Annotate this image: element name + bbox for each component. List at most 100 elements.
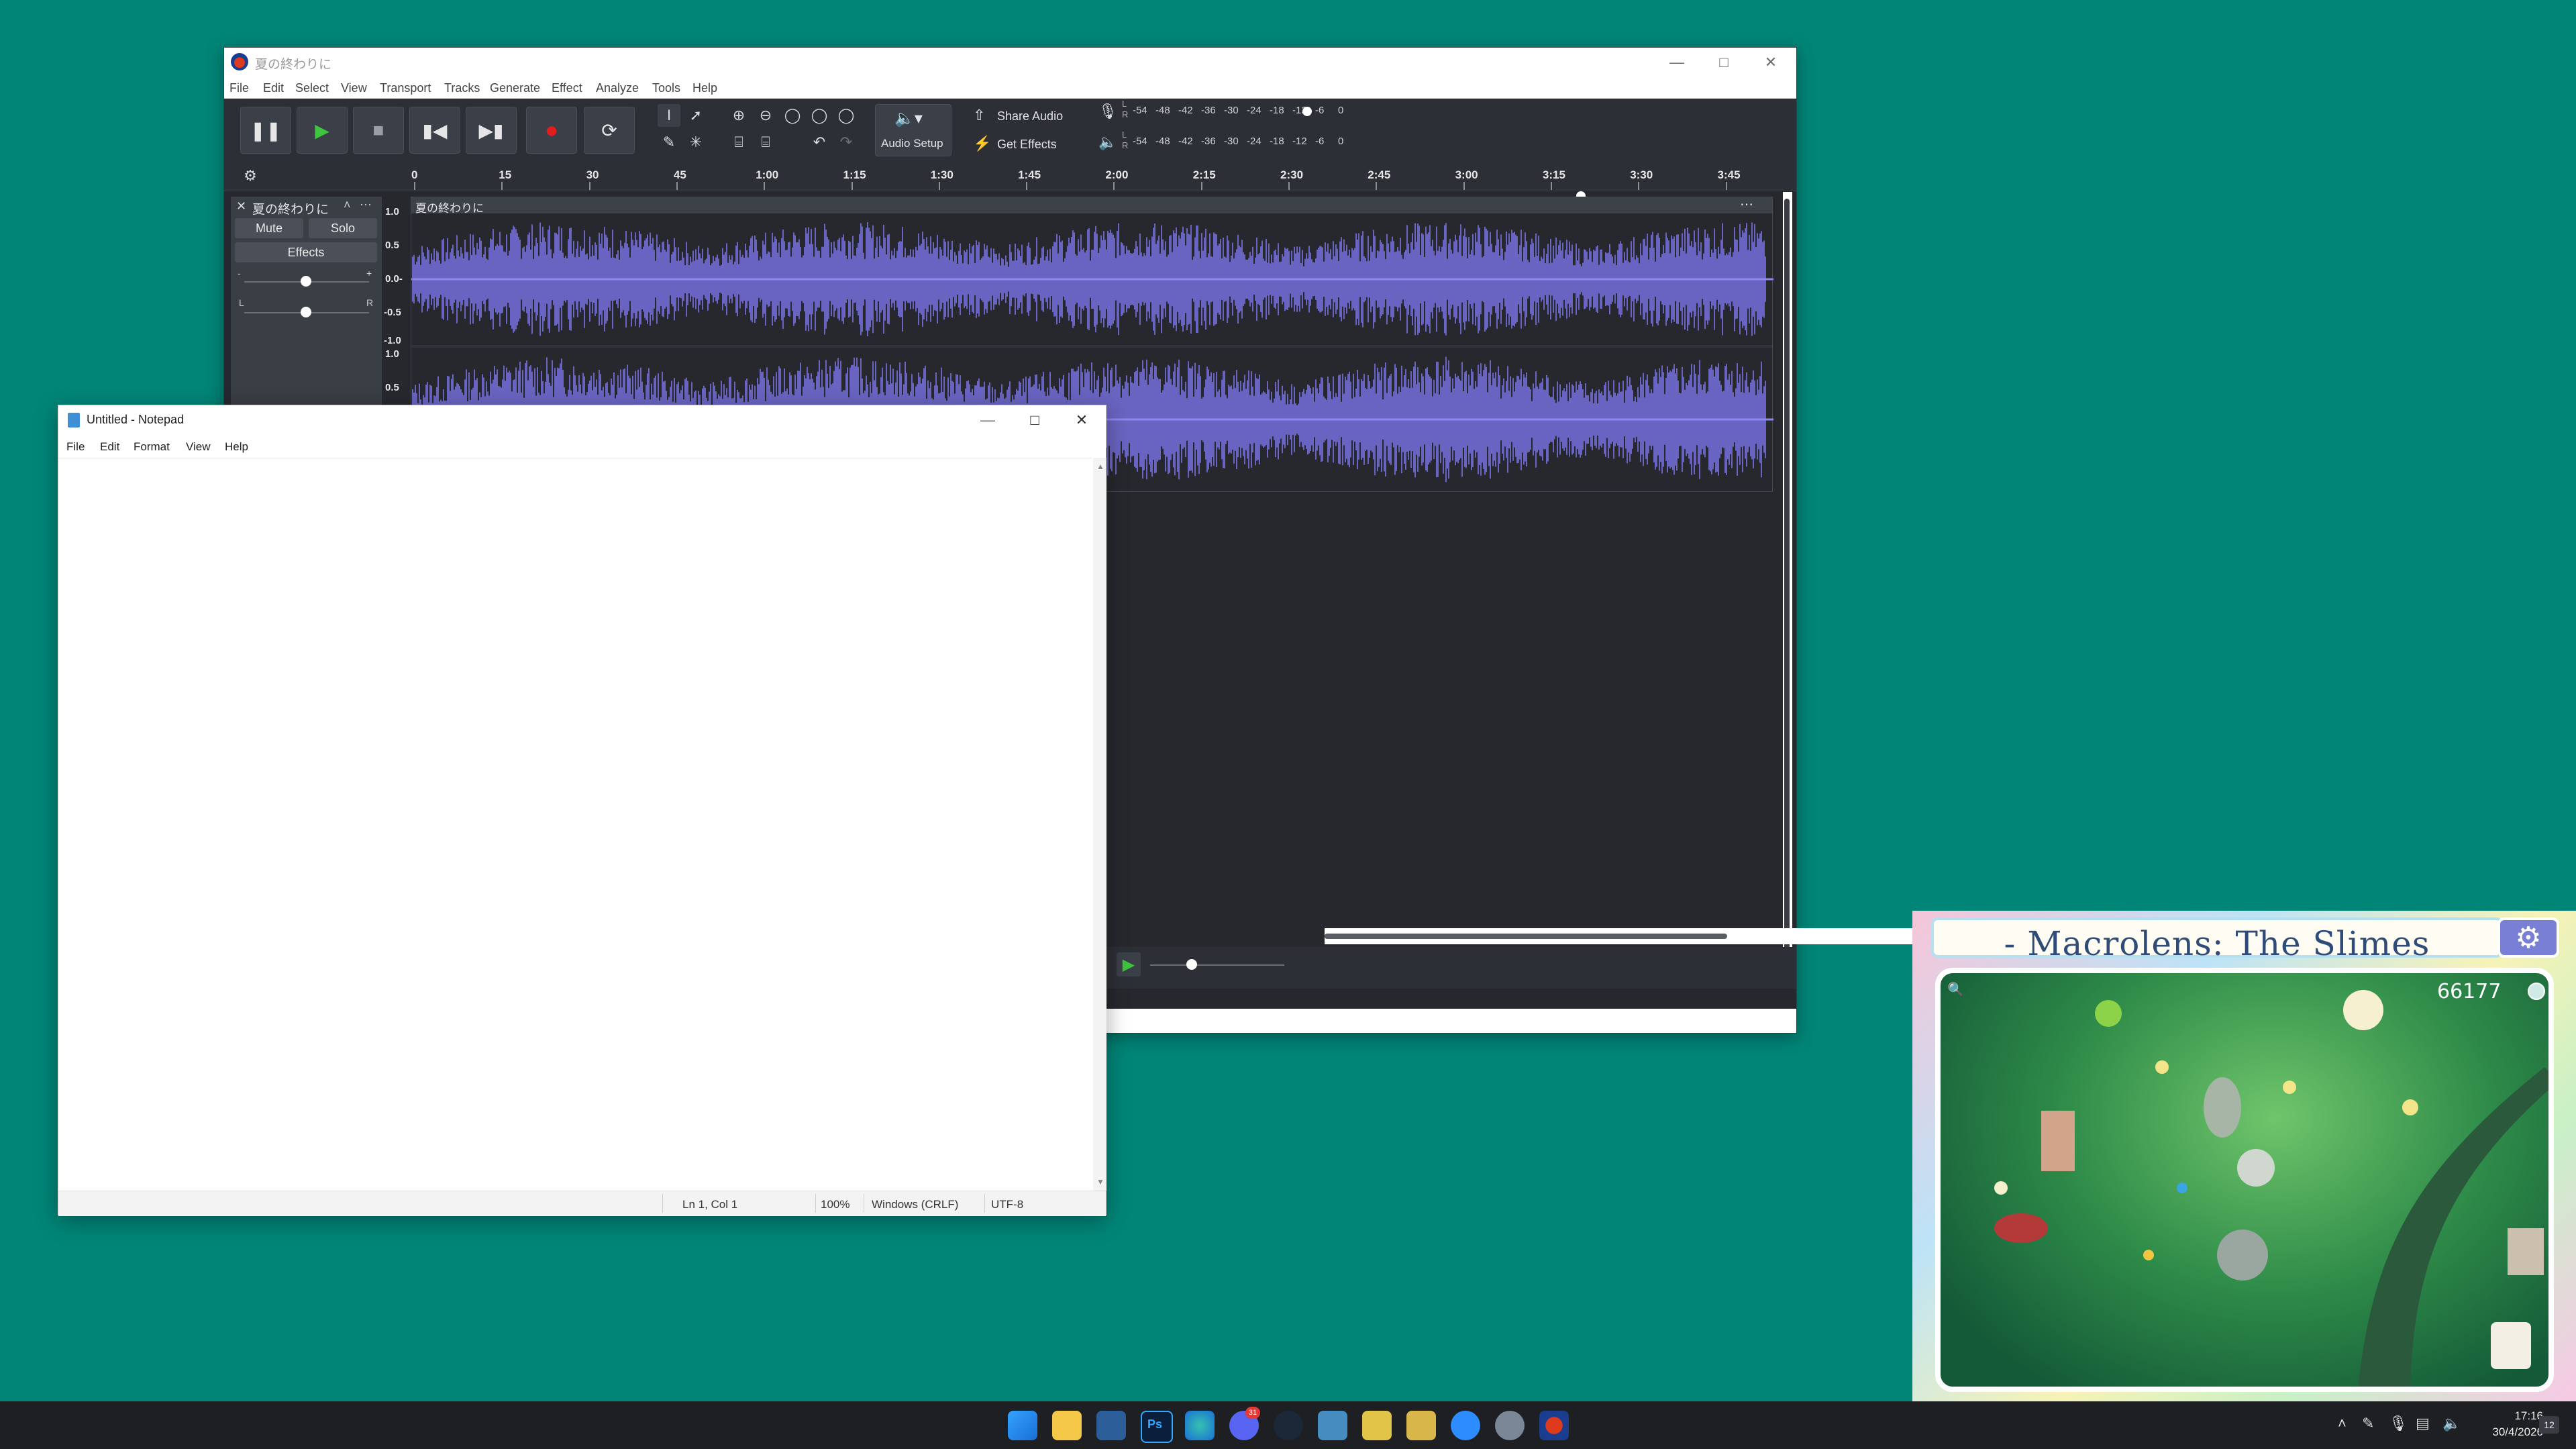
get-effects-button[interactable]: ⚡ Get Effects bbox=[969, 131, 1076, 156]
silence-icon[interactable]: ⌸ bbox=[754, 131, 777, 154]
menu-help[interactable]: Help bbox=[692, 81, 717, 95]
notification-badge[interactable]: 12 bbox=[2539, 1416, 2559, 1434]
clip-header[interactable]: 夏の終わりに ⋯ bbox=[411, 196, 1772, 215]
minimize-button[interactable]: — bbox=[1653, 48, 1700, 77]
close-track-icon[interactable]: ✕ bbox=[236, 199, 246, 213]
menu-edit[interactable]: Edit bbox=[263, 81, 284, 95]
clock-date[interactable]: 30/4/2026 bbox=[2476, 1426, 2543, 1439]
timeline-ruler[interactable]: ⚙ 0 15 30 45 1:00 1:15 1:30 1:45 2:00 2:15 2:30 2:4… bbox=[224, 160, 1796, 191]
waveform-channel-left[interactable] bbox=[411, 213, 1773, 345]
menu-analyze[interactable]: Analyze bbox=[596, 81, 639, 95]
fit-selection-icon[interactable]: ◯ bbox=[781, 104, 804, 127]
recording-meter[interactable]: -54 -48 -42 -36 -30 -24 -18 -12 -6 0 bbox=[1133, 100, 1401, 120]
scroll-up-icon[interactable]: ▲ bbox=[1096, 462, 1104, 471]
gain-slider-handle[interactable] bbox=[301, 276, 311, 287]
zoom-icon[interactable] bbox=[1451, 1411, 1480, 1440]
playback-speaker-icon[interactable]: 🔈 bbox=[1096, 131, 1119, 154]
discord-icon[interactable]: 31 bbox=[1229, 1407, 1260, 1440]
steam-icon[interactable] bbox=[1274, 1411, 1303, 1440]
vertical-scrollbar[interactable] bbox=[1783, 192, 1792, 981]
maximize-button[interactable]: □ bbox=[1011, 405, 1058, 435]
draw-tool-icon[interactable]: ✎ bbox=[658, 131, 680, 154]
close-button[interactable]: ✕ bbox=[1058, 405, 1105, 435]
vertical-scrollbar[interactable]: ▲ ▼ bbox=[1093, 458, 1106, 1191]
microphone-icon[interactable]: 🎙 bbox=[1096, 100, 1119, 123]
timeline-settings-icon[interactable]: ⚙ bbox=[239, 164, 262, 187]
menu-view[interactable]: View bbox=[186, 440, 211, 454]
app-icon-2[interactable] bbox=[1406, 1411, 1436, 1440]
play-button[interactable]: ▶ bbox=[297, 107, 348, 154]
pause-button[interactable]: ❚❚ bbox=[240, 107, 291, 154]
envelope-tool-icon[interactable]: ➚ bbox=[684, 104, 707, 127]
menu-edit[interactable]: Edit bbox=[100, 440, 119, 454]
maximize-button[interactable]: □ bbox=[1700, 48, 1747, 77]
clip-menu-icon[interactable]: ⋯ bbox=[1740, 196, 1753, 213]
trim-icon[interactable]: ⌸ bbox=[727, 131, 750, 154]
menu-generate[interactable]: Generate bbox=[490, 81, 540, 95]
pan-slider-handle[interactable] bbox=[301, 307, 311, 317]
audacity-icon[interactable] bbox=[1539, 1411, 1569, 1440]
game-settings-button[interactable]: ⚙ bbox=[2497, 917, 2559, 958]
file-explorer-icon[interactable] bbox=[1052, 1411, 1082, 1440]
selection-tool-icon[interactable]: I bbox=[658, 104, 680, 127]
meter-label: -54 bbox=[1133, 136, 1147, 147]
zoom-toggle-icon[interactable]: ◯ bbox=[835, 104, 858, 127]
photoshop-icon[interactable]: Ps bbox=[1141, 1411, 1173, 1443]
menu-tracks[interactable]: Tracks bbox=[444, 81, 480, 95]
start-icon[interactable] bbox=[1008, 1411, 1037, 1440]
search-icon[interactable]: 🔍 bbox=[1947, 981, 1964, 998]
menu-transport[interactable]: Transport bbox=[380, 81, 431, 95]
vertical-scroll-thumb[interactable] bbox=[1784, 199, 1790, 977]
microphone-icon[interactable]: 🎙 bbox=[2389, 1415, 2408, 1432]
loop-button[interactable]: ⟳ bbox=[584, 107, 635, 154]
menu-format[interactable]: Format bbox=[134, 440, 170, 454]
share-audio-button[interactable]: ⇧ Share Audio bbox=[969, 103, 1076, 128]
menu-file[interactable]: File bbox=[66, 440, 85, 454]
menu-select[interactable]: Select bbox=[295, 81, 329, 95]
menu-file[interactable]: File bbox=[229, 81, 249, 95]
text-editor[interactable] bbox=[58, 458, 1092, 1191]
network-icon[interactable]: ▤ bbox=[2416, 1415, 2430, 1432]
notepad-icon[interactable] bbox=[1096, 1411, 1126, 1440]
audio-setup-button[interactable]: 🔈▾ Audio Setup bbox=[875, 104, 951, 156]
redo-icon[interactable]: ↷ bbox=[835, 131, 858, 154]
undo-icon[interactable]: ↶ bbox=[808, 131, 831, 154]
solo-button[interactable]: Solo bbox=[309, 218, 377, 238]
pen-icon[interactable]: ✎ bbox=[2362, 1415, 2374, 1432]
playback-meter[interactable]: -54 -48 -42 -36 -30 -24 -18 -12 -6 0 bbox=[1133, 131, 1401, 151]
horizontal-scroll-thumb[interactable] bbox=[1325, 934, 1727, 939]
clock-time[interactable]: 17:16 bbox=[2476, 1409, 2543, 1423]
fit-project-icon[interactable]: ◯ bbox=[808, 104, 831, 127]
collapse-track-icon[interactable]: ˄ bbox=[344, 198, 351, 212]
zoom-in-icon[interactable]: ⊕ bbox=[727, 104, 750, 127]
menu-view[interactable]: View bbox=[341, 81, 367, 95]
menu-tools[interactable]: Tools bbox=[652, 81, 680, 95]
speed-slider-handle[interactable] bbox=[1186, 959, 1197, 970]
stop-button[interactable]: ■ bbox=[353, 107, 404, 154]
chevron-up-icon[interactable]: ˄ bbox=[2338, 1415, 2347, 1432]
minimize-button[interactable]: — bbox=[964, 405, 1011, 435]
horizontal-scrollbar[interactable] bbox=[1325, 928, 2006, 944]
zoom-out-icon[interactable]: ⊖ bbox=[754, 104, 777, 127]
godot-icon[interactable] bbox=[1318, 1411, 1347, 1440]
track-menu-icon[interactable]: ⋯ bbox=[360, 198, 372, 212]
track-name[interactable]: 夏の終わりに bbox=[252, 199, 329, 217]
game-scene[interactable]: 🔍 66177 bbox=[1935, 968, 2554, 1392]
multi-tool-icon[interactable]: ✳ bbox=[684, 131, 707, 154]
menu-effect[interactable]: Effect bbox=[552, 81, 582, 95]
close-button[interactable]: ✕ bbox=[1747, 48, 1794, 77]
skip-end-button[interactable]: ▶▮ bbox=[466, 107, 517, 154]
scroll-down-icon[interactable]: ▼ bbox=[1096, 1177, 1104, 1187]
game-title-bar[interactable]: - Macrolens: The Slimes bbox=[1931, 917, 2503, 963]
recording-meter-handle[interactable] bbox=[1302, 107, 1312, 116]
app-icon[interactable] bbox=[1362, 1411, 1392, 1440]
settings-icon[interactable] bbox=[1495, 1411, 1525, 1440]
menu-help[interactable]: Help bbox=[225, 440, 248, 454]
mute-button[interactable]: Mute bbox=[235, 218, 303, 238]
edge-icon[interactable] bbox=[1185, 1411, 1215, 1440]
effects-button[interactable]: Effects bbox=[235, 242, 377, 262]
record-button[interactable]: ● bbox=[526, 107, 577, 154]
play-at-speed-button[interactable]: ▶ bbox=[1117, 952, 1141, 977]
volume-icon[interactable]: 🔈 bbox=[2442, 1415, 2461, 1432]
skip-start-button[interactable]: ▮◀ bbox=[409, 107, 460, 154]
